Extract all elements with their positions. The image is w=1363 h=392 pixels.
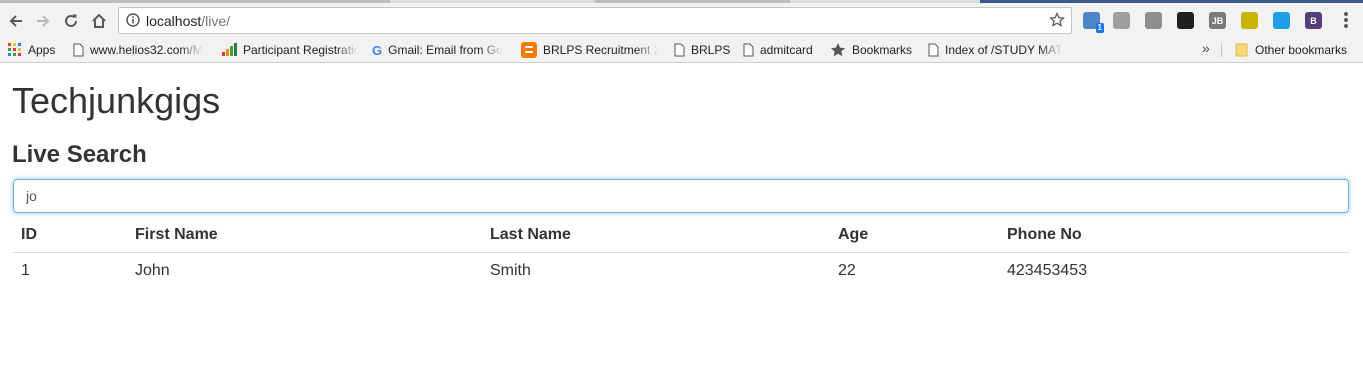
- bookmark-other[interactable]: Other bookmarks: [1235, 41, 1347, 59]
- forward-button[interactable]: [32, 10, 54, 32]
- bookmark-label: BRLPS Recruitment 2(: [543, 43, 658, 57]
- bootstrap-extension-icon[interactable]: B: [1305, 12, 1322, 29]
- bookmark-participant[interactable]: Participant Registratio: [221, 41, 359, 59]
- lightning-extension-icon[interactable]: [1241, 12, 1258, 29]
- bookmark-label: Gmail: Email from Go: [388, 43, 503, 57]
- page-icon: [674, 43, 685, 57]
- forward-arrow-icon: [37, 15, 50, 27]
- bookmark-label: Bookmarks: [852, 43, 913, 57]
- url-text: localhost/live/: [146, 13, 230, 29]
- a-extension-icon[interactable]: [1145, 12, 1162, 29]
- star-folder-icon: [830, 42, 846, 58]
- cell-last-name: Smith: [490, 261, 531, 279]
- column-header-id: ID: [13, 218, 127, 253]
- search-input[interactable]: [13, 179, 1349, 213]
- bookmark-label: Other bookmarks: [1255, 43, 1348, 57]
- url-path: /live/: [201, 13, 231, 29]
- cell-phone: 423453453: [1007, 261, 1088, 279]
- bookmark-brlps[interactable]: BRLPS: [674, 41, 730, 59]
- extension-badge: 1: [1095, 23, 1104, 33]
- section-title: Live Search: [12, 141, 147, 168]
- signal-bars-icon: [221, 43, 237, 57]
- bookmark-bookmarks[interactable]: Bookmarks: [830, 41, 912, 59]
- bookmarks-overflow-chevron-icon[interactable]: »: [1202, 40, 1210, 56]
- menu-button[interactable]: [1340, 11, 1352, 31]
- bookmark-label: www.helios32.com/M: [90, 43, 203, 57]
- back-button[interactable]: [5, 10, 27, 32]
- apps-grid-icon: [8, 43, 22, 57]
- bookmark-apps[interactable]: Apps: [8, 41, 55, 59]
- blogger-icon: [521, 42, 537, 58]
- bookmark-label: Participant Registratio: [243, 43, 359, 57]
- address-bar[interactable]: localhost/live/: [118, 7, 1072, 34]
- info-icon[interactable]: [126, 13, 140, 27]
- globe-extension-icon[interactable]: 1: [1083, 12, 1104, 33]
- back-arrow-icon: [9, 15, 22, 27]
- reload-button[interactable]: [60, 10, 82, 32]
- column-header-age: Age: [830, 218, 999, 253]
- folder-icon: [1235, 43, 1249, 57]
- bookmark-admitcard[interactable]: admitcard: [743, 41, 813, 59]
- results-table: ID First Name Last Name Age Phone No 1 J…: [13, 218, 1349, 289]
- page-icon: [743, 43, 754, 57]
- cell-id: 1: [21, 261, 30, 279]
- bookmark-label: Index of /STUDY MAT: [945, 43, 1063, 57]
- reload-icon: [65, 14, 77, 27]
- home-button[interactable]: [88, 10, 110, 32]
- cell-age: 22: [838, 261, 856, 279]
- bookmark-index-study[interactable]: Index of /STUDY MAT: [928, 41, 1063, 59]
- bookmark-label: BRLPS: [691, 43, 731, 57]
- bookmarks-separator: [1221, 43, 1222, 57]
- home-icon: [92, 13, 106, 28]
- cell-first-name: John: [135, 261, 170, 279]
- jb-extension-icon[interactable]: JB: [1209, 12, 1226, 29]
- cloud-extension-icon[interactable]: [1273, 12, 1290, 29]
- bookmark-gmail[interactable]: G Gmail: Email from Go: [372, 41, 510, 59]
- url-host: localhost: [146, 13, 202, 29]
- page-icon: [928, 43, 939, 57]
- bookmark-label: Apps: [28, 43, 56, 57]
- page-icon: [73, 43, 84, 57]
- bookmark-brlps-recruitment[interactable]: BRLPS Recruitment 2(: [521, 41, 658, 59]
- browser-toolbar: localhost/live/ 1 JB B: [0, 3, 1363, 37]
- table-header-row: ID First Name Last Name Age Phone No: [13, 218, 1349, 253]
- google-icon: G: [372, 42, 383, 58]
- more-vert-icon: [1340, 12, 1352, 28]
- column-header-first-name: First Name: [127, 218, 482, 253]
- bookmark-label: admitcard: [760, 43, 813, 57]
- bookmark-star-icon[interactable]: [1049, 12, 1065, 28]
- column-header-phone: Phone No: [999, 218, 1349, 253]
- table-row: 1 John Smith 22 423453453: [13, 252, 1349, 289]
- square-extension-icon[interactable]: [1177, 12, 1194, 29]
- page-title: Techjunkgigs: [12, 80, 221, 121]
- column-header-last-name: Last Name: [482, 218, 830, 253]
- bookmark-helios[interactable]: www.helios32.com/M: [73, 41, 211, 59]
- bookmarks-bar: Apps www.helios32.com/M Participant Regi…: [0, 37, 1363, 63]
- puzzle-extension-icon[interactable]: [1113, 12, 1130, 29]
